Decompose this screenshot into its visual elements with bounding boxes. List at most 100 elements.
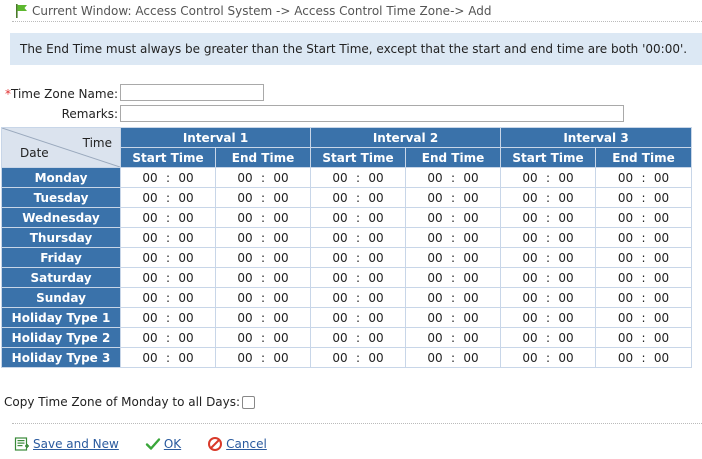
end-time-field[interactable]: 00:00	[595, 307, 692, 328]
start-time-field[interactable]: 00:00	[310, 287, 406, 308]
hour-field[interactable]: 00	[615, 251, 637, 265]
minute-field[interactable]: 00	[555, 251, 577, 265]
hour-field[interactable]: 00	[519, 211, 541, 225]
hour-field[interactable]: 00	[615, 351, 637, 365]
hour-field[interactable]: 00	[424, 231, 446, 245]
end-time-field[interactable]: 00:00	[405, 347, 501, 368]
hour-field[interactable]: 00	[234, 311, 256, 325]
end-time-field[interactable]: 00:00	[215, 287, 311, 308]
minute-field[interactable]: 00	[651, 251, 673, 265]
minute-field[interactable]: 00	[460, 211, 482, 225]
save-and-new-button[interactable]: Save and New	[14, 436, 119, 452]
start-time-field[interactable]: 00:00	[120, 227, 216, 248]
minute-field[interactable]: 00	[555, 231, 577, 245]
end-time-field[interactable]: 00:00	[405, 227, 501, 248]
minute-field[interactable]: 00	[270, 251, 292, 265]
start-time-field[interactable]: 00:00	[310, 207, 406, 228]
start-time-field[interactable]: 00:00	[310, 227, 406, 248]
hour-field[interactable]: 00	[615, 271, 637, 285]
start-time-field[interactable]: 00:00	[120, 167, 216, 188]
start-time-field[interactable]: 00:00	[500, 327, 596, 348]
hour-field[interactable]: 00	[329, 211, 351, 225]
minute-field[interactable]: 00	[555, 291, 577, 305]
end-time-field[interactable]: 00:00	[405, 327, 501, 348]
minute-field[interactable]: 00	[460, 191, 482, 205]
start-time-field[interactable]: 00:00	[120, 287, 216, 308]
minute-field[interactable]: 00	[175, 311, 197, 325]
minute-field[interactable]: 00	[651, 291, 673, 305]
hour-field[interactable]: 00	[139, 271, 161, 285]
hour-field[interactable]: 00	[615, 191, 637, 205]
start-time-field[interactable]: 00:00	[120, 247, 216, 268]
hour-field[interactable]: 00	[139, 291, 161, 305]
copy-checkbox[interactable]	[242, 395, 256, 409]
minute-field[interactable]: 00	[365, 191, 387, 205]
cancel-button[interactable]: Cancel	[207, 436, 267, 452]
hour-field[interactable]: 00	[234, 291, 256, 305]
minute-field[interactable]: 00	[270, 231, 292, 245]
hour-field[interactable]: 00	[519, 251, 541, 265]
hour-field[interactable]: 00	[329, 171, 351, 185]
minute-field[interactable]: 00	[365, 311, 387, 325]
minute-field[interactable]: 00	[175, 291, 197, 305]
end-time-field[interactable]: 00:00	[215, 267, 311, 288]
ok-button[interactable]: OK	[145, 436, 181, 452]
hour-field[interactable]: 00	[139, 231, 161, 245]
minute-field[interactable]: 00	[460, 231, 482, 245]
end-time-field[interactable]: 00:00	[215, 167, 311, 188]
end-time-field[interactable]: 00:00	[405, 307, 501, 328]
hour-field[interactable]: 00	[615, 231, 637, 245]
hour-field[interactable]: 00	[615, 211, 637, 225]
start-time-field[interactable]: 00:00	[310, 307, 406, 328]
start-time-field[interactable]: 00:00	[500, 247, 596, 268]
hour-field[interactable]: 00	[329, 311, 351, 325]
start-time-field[interactable]: 00:00	[120, 327, 216, 348]
hour-field[interactable]: 00	[234, 351, 256, 365]
start-time-field[interactable]: 00:00	[500, 287, 596, 308]
end-time-field[interactable]: 00:00	[215, 227, 311, 248]
hour-field[interactable]: 00	[329, 291, 351, 305]
end-time-field[interactable]: 00:00	[215, 347, 311, 368]
hour-field[interactable]: 00	[424, 331, 446, 345]
hour-field[interactable]: 00	[234, 191, 256, 205]
hour-field[interactable]: 00	[424, 351, 446, 365]
hour-field[interactable]: 00	[519, 231, 541, 245]
minute-field[interactable]: 00	[270, 291, 292, 305]
hour-field[interactable]: 00	[234, 271, 256, 285]
minute-field[interactable]: 00	[460, 251, 482, 265]
start-time-field[interactable]: 00:00	[310, 167, 406, 188]
start-time-field[interactable]: 00:00	[120, 347, 216, 368]
minute-field[interactable]: 00	[270, 271, 292, 285]
minute-field[interactable]: 00	[175, 351, 197, 365]
hour-field[interactable]: 00	[615, 311, 637, 325]
minute-field[interactable]: 00	[651, 211, 673, 225]
minute-field[interactable]: 00	[175, 191, 197, 205]
hour-field[interactable]: 00	[329, 231, 351, 245]
start-time-field[interactable]: 00:00	[500, 227, 596, 248]
minute-field[interactable]: 00	[365, 231, 387, 245]
minute-field[interactable]: 00	[270, 331, 292, 345]
minute-field[interactable]: 00	[460, 271, 482, 285]
end-time-field[interactable]: 00:00	[595, 267, 692, 288]
hour-field[interactable]: 00	[139, 331, 161, 345]
hour-field[interactable]: 00	[424, 191, 446, 205]
end-time-field[interactable]: 00:00	[595, 227, 692, 248]
hour-field[interactable]: 00	[139, 251, 161, 265]
end-time-field[interactable]: 00:00	[405, 187, 501, 208]
minute-field[interactable]: 00	[555, 211, 577, 225]
minute-field[interactable]: 00	[175, 231, 197, 245]
end-time-field[interactable]: 00:00	[595, 167, 692, 188]
end-time-field[interactable]: 00:00	[595, 187, 692, 208]
hour-field[interactable]: 00	[519, 291, 541, 305]
end-time-field[interactable]: 00:00	[215, 187, 311, 208]
minute-field[interactable]: 00	[365, 171, 387, 185]
minute-field[interactable]: 00	[460, 291, 482, 305]
hour-field[interactable]: 00	[424, 311, 446, 325]
start-time-field[interactable]: 00:00	[500, 347, 596, 368]
start-time-field[interactable]: 00:00	[310, 267, 406, 288]
hour-field[interactable]: 00	[615, 331, 637, 345]
minute-field[interactable]: 00	[175, 171, 197, 185]
hour-field[interactable]: 00	[329, 251, 351, 265]
minute-field[interactable]: 00	[365, 351, 387, 365]
minute-field[interactable]: 00	[555, 311, 577, 325]
